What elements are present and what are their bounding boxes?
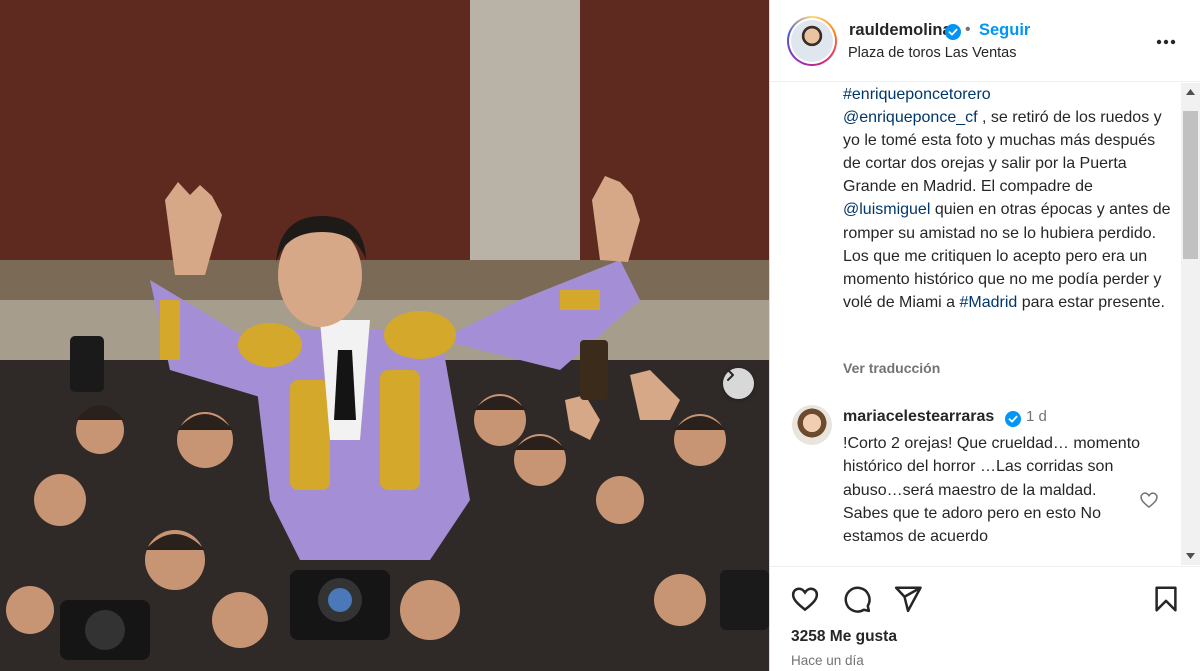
photo-illustration: [0, 0, 769, 671]
heart-icon[interactable]: [1139, 490, 1159, 510]
author-username[interactable]: rauldemolina: [849, 21, 952, 40]
triangle-down-icon: [1186, 553, 1195, 559]
author-avatar[interactable]: [787, 16, 837, 66]
hashtag-link[interactable]: #Madrid: [960, 294, 1018, 311]
send-icon[interactable]: [893, 584, 923, 614]
bookmark-icon[interactable]: [1151, 584, 1181, 614]
caption-text: para estar presente.: [1017, 293, 1165, 311]
scrollbar-thumb[interactable]: [1183, 111, 1198, 259]
comments-area: #enriqueponcetorero @enriqueponce_cf , s…: [770, 83, 1185, 565]
likes-count[interactable]: 3258 Me gusta: [791, 628, 897, 646]
comment-line: !Corto 2 orejas! Que crueldad… momento h…: [843, 435, 1141, 499]
verified-badge-icon: [945, 24, 961, 40]
more-options-icon: [1156, 39, 1176, 45]
post-timestamp[interactable]: Hace un día: [791, 653, 864, 668]
post-photo: [0, 0, 769, 671]
mention-link[interactable]: @enriqueponce_cf: [843, 109, 978, 126]
comment-text: !Corto 2 orejas! Que crueldad… momento h…: [843, 432, 1143, 548]
commenter-username[interactable]: mariacelestearraras: [843, 408, 994, 426]
more-options-button[interactable]: [1154, 30, 1178, 54]
comments-scrollbar[interactable]: [1181, 83, 1200, 565]
separator-dot: •: [965, 21, 971, 38]
heart-icon[interactable]: [790, 584, 820, 614]
post-caption: #enriqueponcetorero @enriqueponce_cf , s…: [843, 83, 1173, 314]
chevron-right-icon: [727, 369, 734, 381]
comment-icon[interactable]: [842, 584, 872, 614]
post-details-panel: rauldemolina • Seguir Plaza de toros Las…: [769, 0, 1200, 671]
scroll-up-button[interactable]: [1181, 83, 1200, 101]
triangle-up-icon: [1186, 89, 1195, 95]
next-photo-button[interactable]: [723, 368, 754, 399]
verified-badge-icon: [1005, 411, 1021, 427]
follow-button[interactable]: Seguir: [979, 21, 1030, 40]
commenter-avatar[interactable]: [792, 405, 832, 445]
comment-time: 1 d: [1026, 408, 1047, 425]
post-actions: 3258 Me gusta Hace un día: [770, 566, 1200, 671]
see-translation-link[interactable]: Ver traducción: [843, 360, 940, 376]
comment-line: Sabes que te adoro pero en esto No estam…: [843, 504, 1101, 546]
post-header: rauldemolina • Seguir Plaza de toros Las…: [770, 0, 1200, 82]
mention-link[interactable]: @luismiguel: [843, 201, 930, 218]
post-location[interactable]: Plaza de toros Las Ventas: [848, 45, 1016, 61]
scroll-down-button[interactable]: [1181, 547, 1200, 565]
hashtag-link[interactable]: #enriqueponcetorero: [843, 86, 991, 103]
